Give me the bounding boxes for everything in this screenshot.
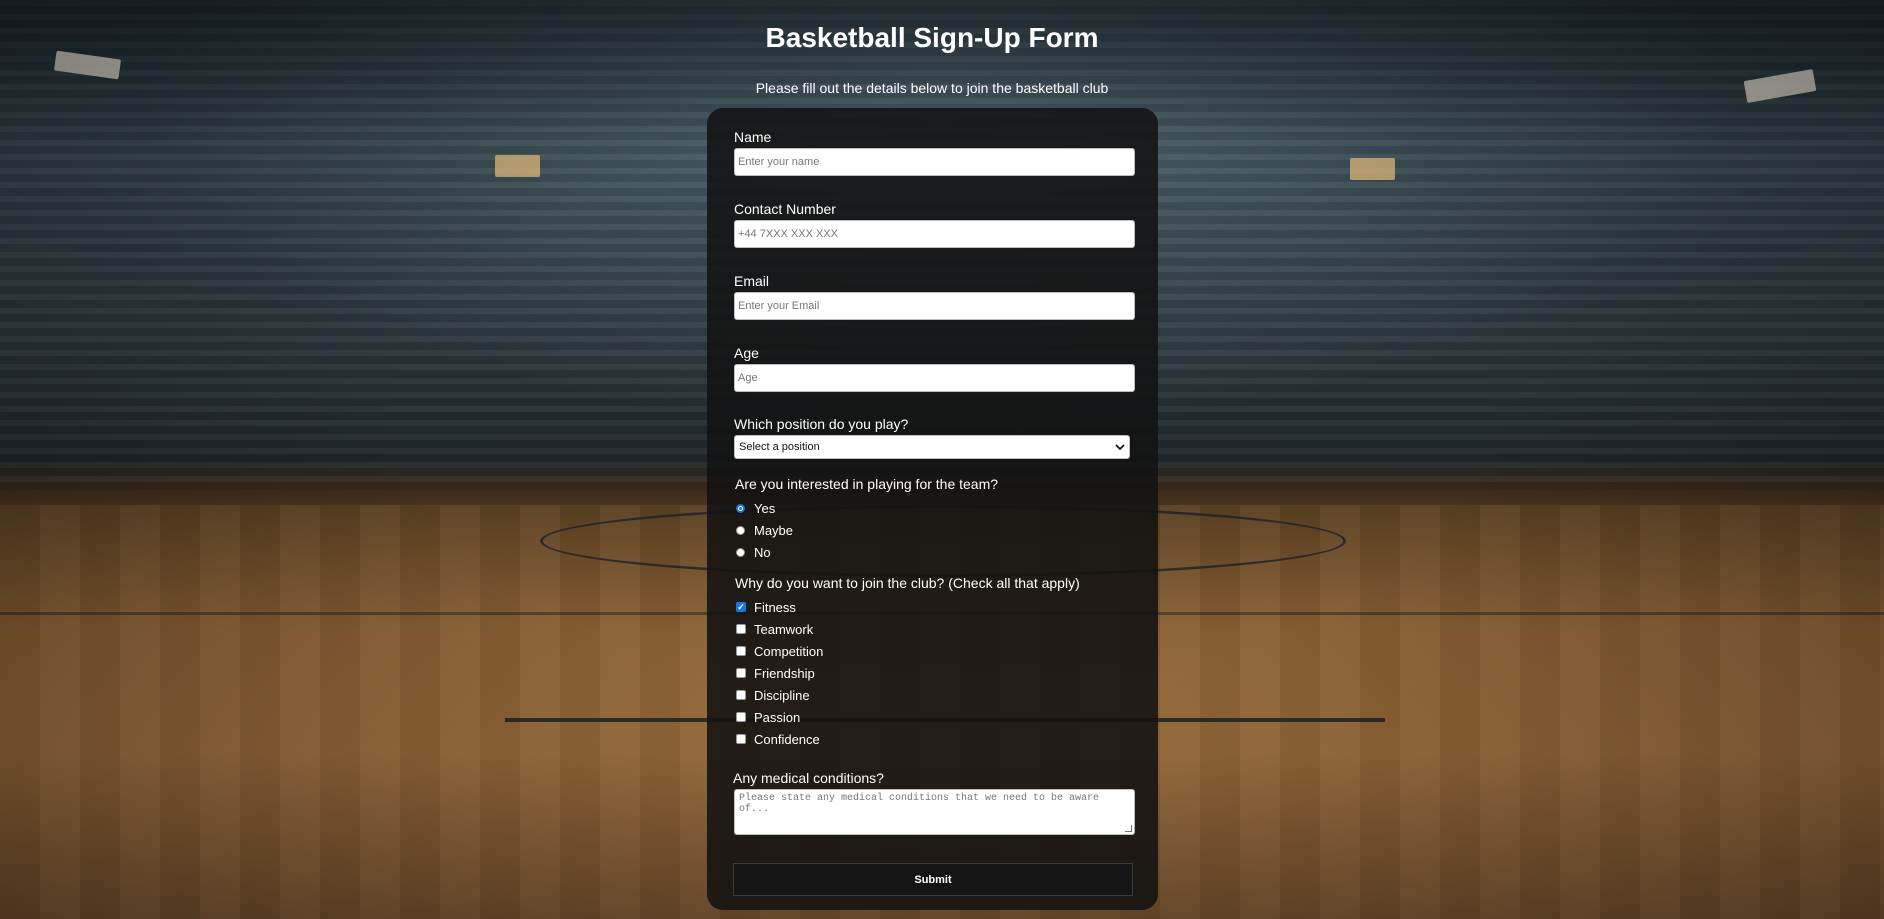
radio-button[interactable] bbox=[736, 525, 745, 535]
name-input[interactable] bbox=[734, 148, 1135, 176]
interest-option-yes[interactable]: Yes bbox=[736, 498, 775, 518]
reason-option-friendship[interactable]: Friendship bbox=[736, 663, 815, 683]
chevron-down-icon bbox=[1115, 440, 1125, 454]
reason-option-label: Fitness bbox=[754, 599, 796, 615]
reason-option-label: Competition bbox=[754, 643, 824, 659]
position-label: Which position do you play? bbox=[734, 416, 909, 432]
interest-option-maybe[interactable]: Maybe bbox=[736, 520, 793, 540]
checkbox[interactable] bbox=[736, 734, 746, 744]
reason-option-passion[interactable]: Passion bbox=[736, 707, 800, 727]
radio-button[interactable] bbox=[736, 547, 745, 557]
interest-option-label: Yes bbox=[754, 500, 776, 516]
medical-conditions-textarea[interactable]: Please state any medical conditions that… bbox=[734, 789, 1135, 835]
checkbox[interactable] bbox=[736, 690, 746, 700]
checkbox[interactable] bbox=[736, 646, 746, 656]
email-label: Email bbox=[734, 273, 770, 289]
position-select[interactable]: Select a position bbox=[734, 435, 1130, 459]
submit-button[interactable]: Submit bbox=[733, 863, 1133, 896]
signup-form: Name Contact Number Email Age Which posi… bbox=[707, 108, 1158, 910]
reason-option-competition[interactable]: Competition bbox=[736, 641, 823, 661]
reason-option-label: Friendship bbox=[754, 665, 815, 681]
checkbox[interactable] bbox=[736, 668, 746, 678]
interest-option-label: Maybe bbox=[754, 522, 794, 538]
reasons-label: Why do you want to join the club? (Check… bbox=[735, 575, 1080, 591]
position-select-value: Select a position bbox=[739, 441, 820, 453]
checkbox[interactable] bbox=[736, 602, 746, 612]
resize-grip-icon[interactable] bbox=[1125, 825, 1132, 832]
contact-number-label: Contact Number bbox=[734, 201, 836, 217]
interest-label: Are you interested in playing for the te… bbox=[735, 476, 999, 492]
reason-option-teamwork[interactable]: Teamwork bbox=[736, 619, 813, 639]
page-title: Basketball Sign-Up Form bbox=[765, 22, 1099, 53]
checkbox[interactable] bbox=[736, 624, 746, 634]
email-input[interactable] bbox=[734, 292, 1135, 320]
contact-number-input[interactable] bbox=[734, 220, 1135, 248]
medical-placeholder: Please state any medical conditions that… bbox=[739, 793, 1100, 815]
reason-option-label: Discipline bbox=[754, 687, 810, 703]
age-input[interactable] bbox=[734, 364, 1135, 392]
medical-label: Any medical conditions? bbox=[733, 770, 884, 786]
reason-option-discipline[interactable]: Discipline bbox=[736, 685, 810, 705]
reason-option-label: Passion bbox=[754, 709, 801, 725]
radio-button[interactable] bbox=[736, 503, 745, 513]
age-label: Age bbox=[734, 345, 759, 361]
name-label: Name bbox=[734, 129, 772, 145]
interest-option-label: No bbox=[754, 544, 771, 560]
reason-option-confidence[interactable]: Confidence bbox=[736, 729, 820, 749]
reason-option-label: Teamwork bbox=[754, 621, 814, 637]
reason-option-fitness[interactable]: Fitness bbox=[736, 597, 796, 617]
reason-option-label: Confidence bbox=[754, 731, 820, 747]
checkbox[interactable] bbox=[736, 712, 746, 722]
page-subtitle: Please fill out the details below to joi… bbox=[755, 80, 1109, 96]
interest-option-no[interactable]: No bbox=[736, 542, 771, 562]
